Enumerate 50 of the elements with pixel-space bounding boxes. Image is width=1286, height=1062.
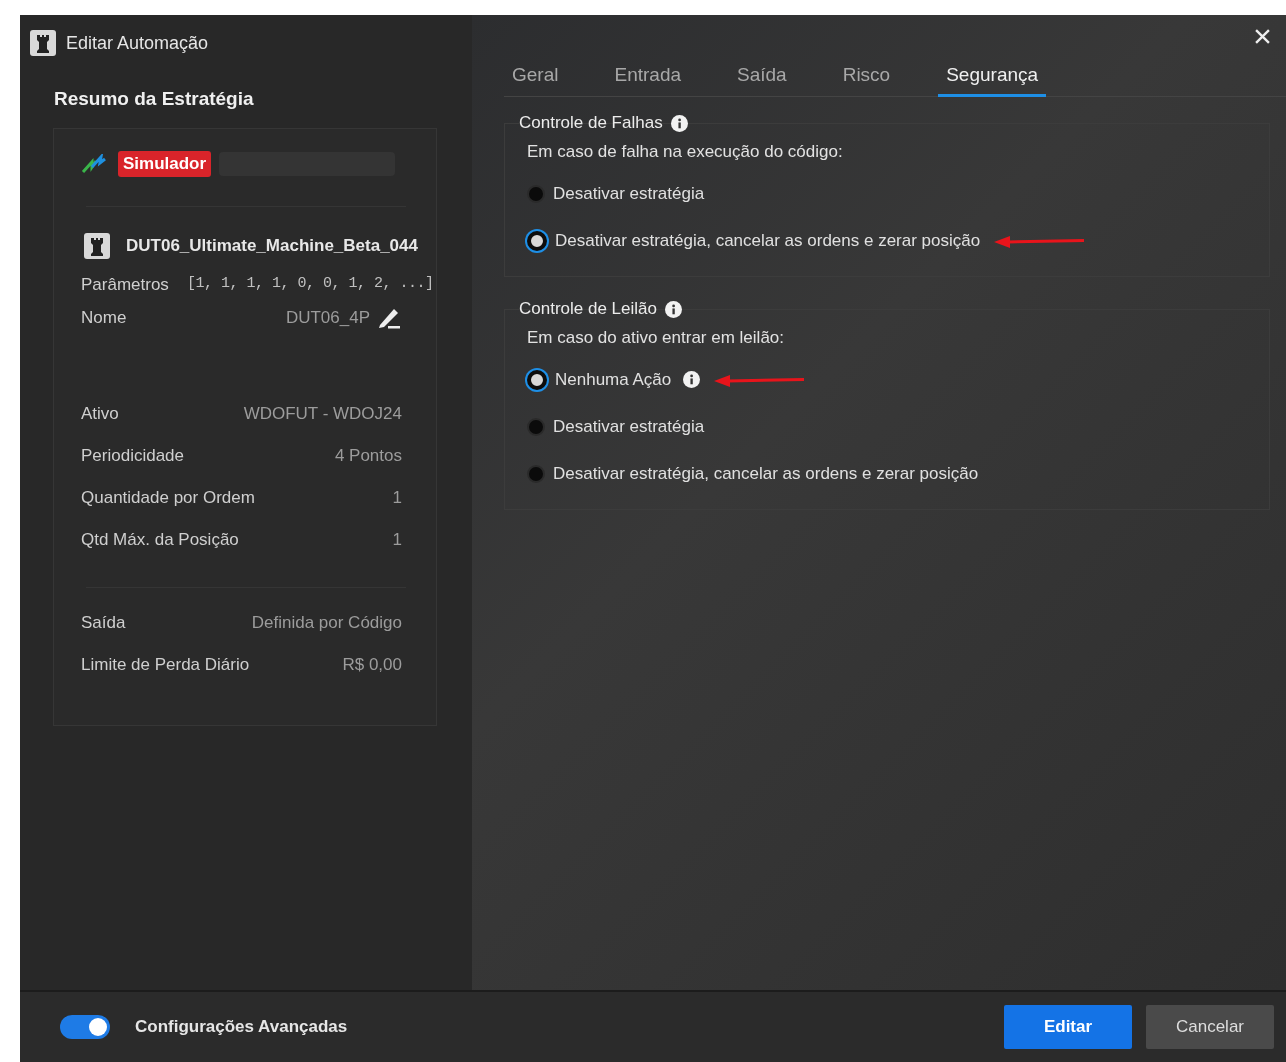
info-icon[interactable] (670, 114, 688, 132)
window-title: Editar Automação (66, 32, 209, 54)
summary-value: 1 (392, 530, 402, 550)
radio-button[interactable] (527, 184, 545, 203)
toggle-label: Configurações Avançadas (135, 1017, 348, 1037)
option-label[interactable]: Desativar estratégia (553, 416, 705, 437)
cancel-button[interactable]: Cancelar (1146, 1005, 1274, 1049)
tab[interactable]: Saída (729, 58, 795, 97)
tab[interactable]: Segurança (938, 58, 1047, 97)
option-label[interactable]: Desativar estratégia, cancelar as ordens e zerar posição (553, 463, 979, 484)
parameters-value: [1, 1, 1, 1, 0, 0, 1, 2, ...] (186, 275, 434, 294)
summary-value: 4 Pontos (334, 446, 402, 466)
summary-label: Periodicidade (81, 446, 184, 466)
info-icon[interactable] (683, 371, 701, 388)
summary-title: Resumo da Estratégia (53, 87, 255, 110)
option-label[interactable]: Desativar estratégia (553, 183, 705, 204)
radio-button[interactable] (527, 369, 547, 390)
summary-label: Limite de Perda Diário (81, 655, 250, 675)
radio-button[interactable] (527, 230, 547, 251)
info-icon[interactable] (665, 300, 682, 318)
tab[interactable]: Geral (504, 58, 567, 97)
mode-badge: Simulador (118, 151, 212, 177)
summary-label: Qtd Máx. da Posição (81, 530, 239, 550)
strategy-name: DUT06_Ultimate_Machine_Beta_044 (126, 236, 418, 256)
section-prompt: Em caso do ativo entrar em leilão: (527, 328, 785, 348)
section-title: Controle de Falhas (519, 113, 663, 133)
edit-button[interactable]: Editar (1004, 1005, 1132, 1049)
section-title: Controle de Leilão (519, 299, 657, 319)
summary-value: 1 (392, 488, 402, 508)
option-label[interactable]: Nenhuma Ação (555, 369, 672, 390)
radio-button[interactable] (527, 464, 545, 483)
rook-icon (84, 233, 110, 259)
section-prompt: Em caso de falha na execução do código: (527, 142, 844, 162)
summary-label: Saída (81, 613, 126, 633)
option-label[interactable]: Desativar estratégia, cancelar as ordens e zerar posição (555, 230, 981, 251)
summary-value: WDOFUT - WDOJ24 (243, 404, 402, 424)
lightning-icon (81, 154, 107, 174)
summary-value: Definida por Código (251, 613, 402, 633)
toggle-switch[interactable] (60, 1015, 110, 1039)
summary-label: Ativo (81, 404, 119, 424)
summary-label: Quantidade por Ordem (81, 488, 255, 508)
parameters-label: Parâmetros (81, 275, 169, 295)
name-label: Nome (81, 308, 127, 328)
summary-value: R$ 0,00 (342, 655, 402, 675)
close-icon[interactable] (1255, 29, 1270, 44)
tab[interactable]: Risco (834, 58, 899, 97)
tab[interactable]: Entrada (606, 58, 689, 97)
name-value: DUT06_4P (285, 308, 370, 328)
radio-button[interactable] (527, 417, 545, 436)
rook-icon (30, 30, 56, 56)
